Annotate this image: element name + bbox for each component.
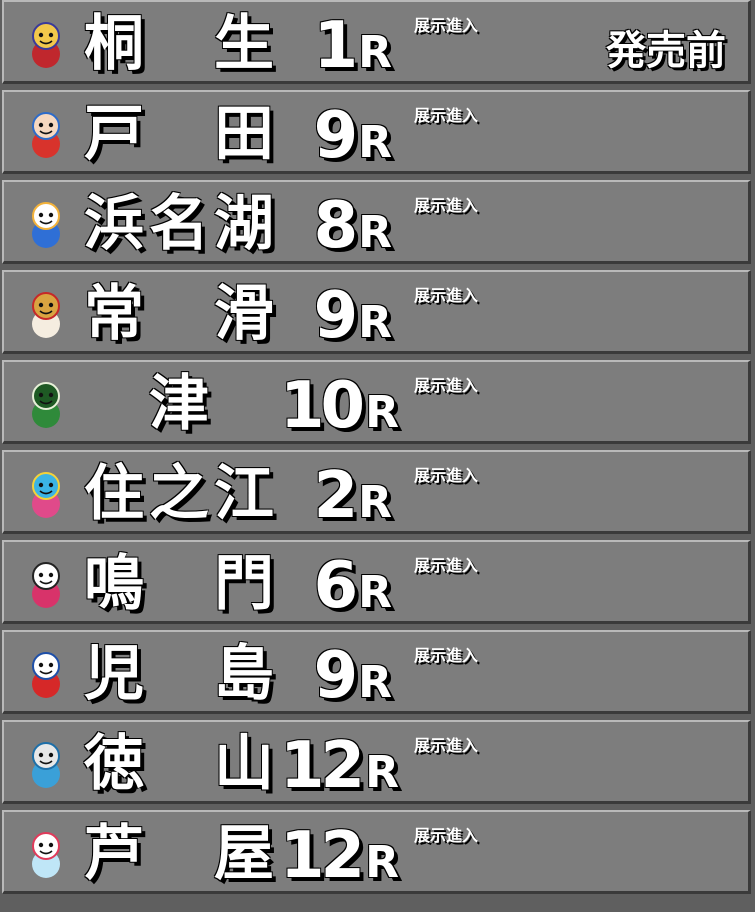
- race-unit: R: [365, 747, 399, 798]
- race-number: 12R: [280, 726, 399, 806]
- kojima-mascot-icon: [18, 646, 74, 702]
- race-number-value: 12: [280, 729, 365, 803]
- race-row[interactable]: 津 10R 展示進入: [2, 360, 751, 444]
- toda-mascot-icon: [18, 106, 74, 162]
- race-unit: R: [365, 837, 399, 888]
- venue-name: 桐生: [84, 9, 274, 79]
- tokoname-mascot-icon: [18, 286, 74, 342]
- race-number: 6R: [280, 546, 392, 626]
- race-unit: R: [358, 207, 392, 258]
- race-row[interactable]: 児島 9R 展示進入: [2, 630, 751, 714]
- race-row[interactable]: 芦屋 12R 展示進入: [2, 810, 751, 894]
- ashiya-mascot-icon: [18, 826, 74, 882]
- venue-name: 児島: [84, 639, 274, 709]
- sale-status: 発売前: [606, 28, 726, 74]
- exhibition-entry-label: 展示進入: [414, 376, 479, 395]
- tokuyama-mascot-icon: [18, 736, 74, 792]
- race-row[interactable]: 浜名湖 8R 展示進入: [2, 180, 751, 264]
- race-number-value: 6: [313, 549, 358, 623]
- exhibition-entry-label: 展示進入: [414, 196, 479, 215]
- race-number-value: 9: [313, 279, 358, 353]
- exhibition-entry-label: 展示進入: [414, 16, 479, 35]
- venue-name: 常滑: [84, 279, 274, 349]
- venue-name: 浜名湖: [84, 189, 274, 259]
- race-unit: R: [365, 387, 399, 438]
- race-number-value: 9: [313, 99, 358, 173]
- race-row[interactable]: 鳴門 6R 展示進入: [2, 540, 751, 624]
- race-number: 9R: [280, 636, 392, 716]
- exhibition-entry-label: 展示進入: [414, 826, 479, 845]
- venue-name: 徳山: [84, 729, 274, 799]
- tsu-mascot-icon: [18, 376, 74, 432]
- race-number: 2R: [280, 456, 392, 536]
- venue-name: 津: [149, 369, 209, 439]
- race-number-value: 9: [313, 639, 358, 713]
- race-unit: R: [358, 657, 392, 708]
- suminoe-mascot-icon: [18, 466, 74, 522]
- race-number-value: 10: [280, 369, 365, 443]
- hamanako-mascot-icon: [18, 196, 74, 252]
- race-row[interactable]: 桐生 1R 展示進入 発売前: [2, 0, 751, 84]
- race-row[interactable]: 戸田 9R 展示進入: [2, 90, 751, 174]
- race-row[interactable]: 徳山 12R 展示進入: [2, 720, 751, 804]
- race-number: 10R: [280, 366, 399, 446]
- race-unit: R: [358, 117, 392, 168]
- race-number-value: 12: [280, 819, 365, 893]
- kiryu-mascot-icon: [18, 16, 74, 72]
- race-unit: R: [358, 477, 392, 528]
- venue-name: 住之江: [84, 459, 274, 529]
- race-number-value: 8: [313, 189, 358, 263]
- race-number: 8R: [280, 186, 392, 266]
- exhibition-entry-label: 展示進入: [414, 286, 479, 305]
- race-number-value: 2: [313, 459, 358, 533]
- race-number-value: 1: [313, 9, 358, 83]
- race-number: 9R: [280, 96, 392, 176]
- exhibition-entry-label: 展示進入: [414, 466, 479, 485]
- race-row[interactable]: 住之江 2R 展示進入: [2, 450, 751, 534]
- race-unit: R: [358, 27, 392, 78]
- race-row[interactable]: 常滑 9R 展示進入: [2, 270, 751, 354]
- exhibition-entry-label: 展示進入: [414, 106, 479, 125]
- race-number: 1R: [280, 6, 392, 86]
- race-number: 12R: [280, 816, 399, 896]
- race-list: 桐生 1R 展示進入 発売前戸田 9R 展示進入浜名湖 8R 展示進入常滑 9R 展示進入津 10R…: [0, 0, 755, 903]
- naruto-mascot-icon: [18, 556, 74, 612]
- race-number: 9R: [280, 276, 392, 356]
- exhibition-entry-label: 展示進入: [414, 556, 479, 575]
- venue-name: 芦屋: [84, 819, 274, 889]
- venue-name: 戸田: [84, 99, 274, 169]
- exhibition-entry-label: 展示進入: [414, 736, 479, 755]
- race-unit: R: [358, 297, 392, 348]
- race-unit: R: [358, 567, 392, 618]
- exhibition-entry-label: 展示進入: [414, 646, 479, 665]
- venue-name: 鳴門: [84, 549, 274, 619]
